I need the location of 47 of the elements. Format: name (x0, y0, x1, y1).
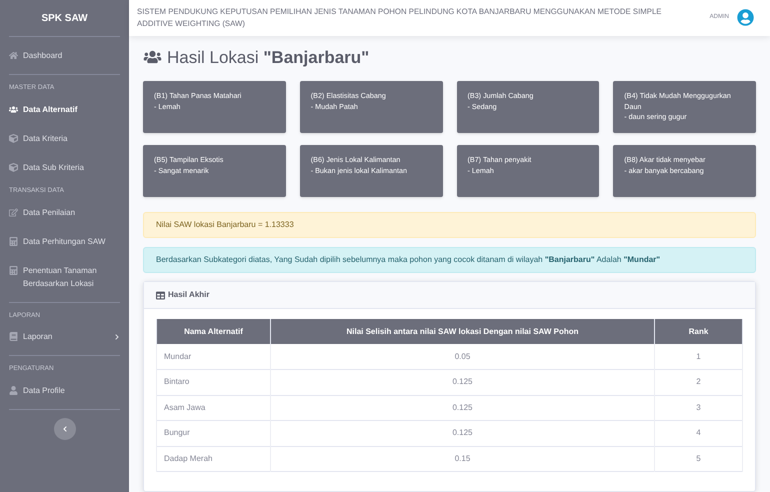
table-cell: Bungur (156, 420, 270, 446)
column-header: Rank (654, 319, 742, 344)
home-icon (9, 51, 18, 60)
sidebar-item[interactable]: Data Profile (0, 376, 129, 405)
calculator-icon (9, 266, 18, 274)
chevron-icon (62, 426, 68, 432)
table-cell: 0.15 (270, 446, 654, 472)
table-cell: 0.125 (270, 420, 654, 446)
avatar-icon[interactable] (737, 9, 754, 26)
cube-icon (9, 162, 18, 172)
cube-icon (9, 134, 18, 143)
edit-icon (9, 208, 18, 216)
table-cell: 5 (654, 446, 742, 472)
table-cell: Bintaro (156, 370, 270, 395)
card-title: Hasil Akhir (168, 289, 210, 301)
users-icon (143, 50, 162, 64)
brand[interactable]: SPK SAW (0, 0, 129, 36)
book-icon (9, 332, 18, 342)
table-cell: Asam Jawa (156, 395, 270, 420)
table-cell: 0.125 (270, 370, 654, 395)
page-title: Hasil Lokasi "Banjarbaru" (167, 46, 370, 68)
table-cell: 1 (654, 344, 742, 370)
table-cell: 4 (654, 420, 742, 446)
sidebar-item[interactable]: Data Alternatif (0, 94, 129, 124)
user-icon (9, 386, 18, 395)
sidebar-toggle-button[interactable] (54, 418, 76, 440)
sidebar-item[interactable]: Data Kriteria (0, 124, 129, 153)
table-cell: 0.05 (270, 344, 654, 370)
users-icon (9, 104, 18, 114)
table-cell: 3 (654, 395, 742, 420)
sidebar-item[interactable]: Data Sub Kriteria (0, 152, 129, 182)
sidebar-item[interactable]: Dashboard (0, 41, 129, 70)
table-cell: Dadap Merah (156, 446, 270, 472)
chevron-icon (114, 334, 120, 340)
table-cell: Mundar (156, 344, 270, 370)
sidebar-item[interactable]: Data Penilaian (0, 198, 129, 226)
sidebar-item[interactable]: Data Perhitungan SAW (0, 226, 129, 256)
table-cell: 0.125 (270, 395, 654, 420)
alert-message: Berdasarkan Subkategori diatas, Yang Sudah dipilih sebelumnya maka pohon yang cocok ditanam di wilayah "Banjarbaru" Adalah "Mundar" (143, 247, 756, 273)
alert-message: Nilai SAW lokasi Banjarbaru = 1.13333 (143, 212, 756, 238)
column-header: Nilai Selisih antara nilai SAW lokasi Dengan nilai SAW Pohon (270, 319, 654, 344)
table-cell: 2 (654, 370, 742, 395)
table-icon (156, 290, 165, 300)
column-header: Nama Alternatif (156, 319, 270, 344)
calculator-icon (9, 236, 18, 246)
sidebar-item[interactable]: Penentuan Tanaman Berdasarkan Lokasi (0, 256, 129, 298)
sidebar-item[interactable]: Laporan (0, 322, 129, 352)
